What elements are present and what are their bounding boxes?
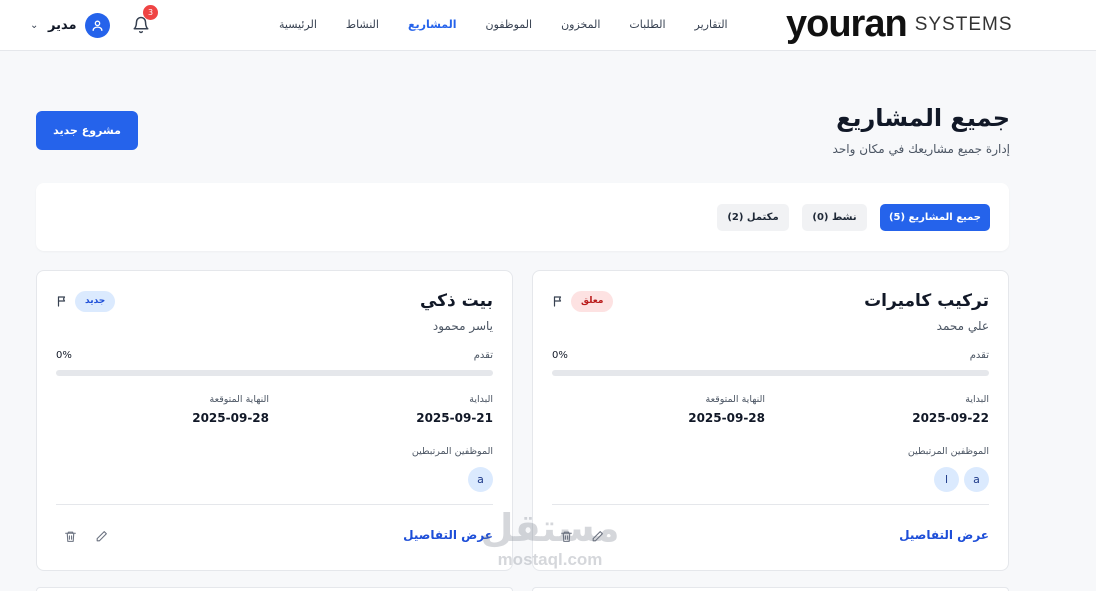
user-name: مدير [48, 17, 77, 33]
progress-bar [56, 370, 493, 376]
card-divider [56, 504, 493, 505]
chevron-down-icon: ⌄ [30, 19, 39, 31]
nav-item-projects[interactable]: المشاريع [400, 14, 465, 36]
end-date-label: النهاية المتوقعة [705, 394, 765, 405]
progress-value: 0% [552, 350, 568, 361]
nav-item-reports[interactable]: التقارير [687, 14, 736, 36]
user-menu[interactable]: ⌄ مدير [30, 12, 110, 38]
main-nav: الرئيسية النشاط المشاريع الموظفون المخزو… [258, 14, 736, 36]
brand-tagline: SYSTEMS [914, 14, 1013, 35]
nav-item-home[interactable]: الرئيسية [271, 14, 325, 36]
page-title: جميع المشاريع [836, 104, 1010, 132]
nav-item-inventory[interactable]: المخزون [553, 14, 608, 36]
progress-bar [552, 370, 989, 376]
pencil-icon [592, 531, 603, 542]
top-navbar: youran SYSTEMS الرئيسية النشاط المشاريع … [0, 0, 1096, 51]
flag-icon [553, 296, 562, 307]
project-card: تركيب كاميرات علي محمد معلق تقدم 0% البد… [532, 270, 1009, 571]
trash-icon [561, 531, 572, 542]
status-badge: معلق [571, 291, 614, 312]
end-date-value: 2025-09-28 [688, 411, 765, 425]
project-owner: ياسر محمود [432, 319, 493, 333]
trash-icon [65, 531, 76, 542]
tab-completed[interactable]: مكتمل (2) [717, 204, 789, 231]
nav-item-activity[interactable]: النشاط [338, 14, 387, 36]
project-card: بيت ذكي ياسر محمود جديد تقدم 0% البداية … [36, 270, 513, 571]
notification-count-badge: 3 [143, 5, 158, 20]
project-title: تركيب كاميرات [864, 291, 989, 311]
new-project-button[interactable]: مشروع جديد [36, 111, 138, 150]
status-badge: جديد [75, 291, 116, 312]
card-divider [552, 504, 989, 505]
user-icon [92, 20, 103, 31]
employee-avatars: a [468, 467, 493, 492]
pencil-icon [96, 531, 107, 542]
progress-label: تقدم [969, 350, 989, 361]
employee-avatar[interactable]: a [964, 467, 989, 492]
brand-logo[interactable]: youran SYSTEMS [786, 4, 1013, 44]
progress-value: 0% [56, 350, 72, 361]
brand-name: youran [786, 3, 908, 45]
progress-label: تقدم [473, 350, 493, 361]
edit-button[interactable] [95, 528, 109, 542]
employee-avatar[interactable]: l [934, 467, 959, 492]
project-card [532, 587, 1009, 591]
project-card [36, 587, 513, 591]
employee-avatars: a l [934, 467, 989, 492]
tab-active[interactable]: نشط (0) [802, 204, 867, 231]
edit-button[interactable] [591, 528, 605, 542]
start-date-label: البداية [469, 394, 493, 405]
employees-label: الموظفين المرتبطين [907, 446, 989, 457]
flag-icon [57, 296, 66, 307]
project-title: بيت ذكي [419, 291, 493, 311]
tab-all-projects[interactable]: جميع المشاريع (5) [880, 204, 990, 231]
employee-avatar[interactable]: a [468, 467, 493, 492]
start-date-value: 2025-09-21 [416, 411, 493, 425]
end-date-value: 2025-09-28 [192, 411, 269, 425]
nav-item-employees[interactable]: الموظفون [478, 14, 541, 36]
start-date-label: البداية [965, 394, 989, 405]
end-date-label: النهاية المتوقعة [209, 394, 269, 405]
delete-button[interactable] [560, 528, 574, 542]
view-details-link[interactable]: عرض التفاصيل [403, 528, 493, 542]
delete-button[interactable] [64, 528, 78, 542]
avatar [84, 12, 110, 38]
view-details-link[interactable]: عرض التفاصيل [899, 528, 989, 542]
filter-panel: جميع المشاريع (5) نشط (0) مكتمل (2) [36, 183, 1009, 251]
page-subtitle: إدارة جميع مشاريعك في مكان واحد [832, 142, 1010, 156]
project-owner: علي محمد [936, 319, 989, 333]
nav-item-orders[interactable]: الطلبات [621, 14, 673, 36]
start-date-value: 2025-09-22 [912, 411, 989, 425]
employees-label: الموظفين المرتبطين [411, 446, 493, 457]
